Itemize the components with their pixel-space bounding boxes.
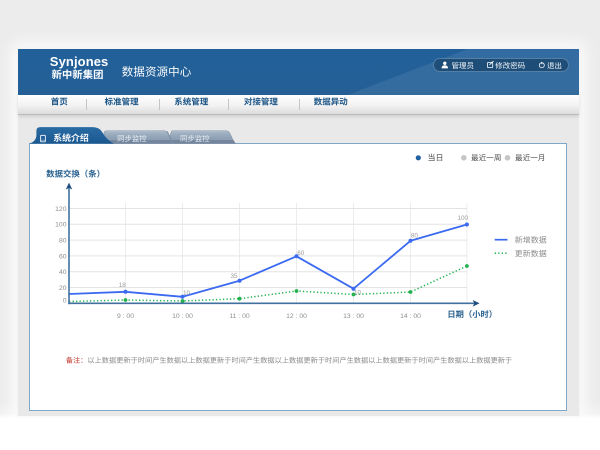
svg-text:10: 10 <box>183 290 191 297</box>
svg-text:0: 0 <box>63 298 67 305</box>
svg-text:40: 40 <box>59 269 67 276</box>
svg-text:20: 20 <box>59 285 67 292</box>
svg-text:80: 80 <box>59 238 67 245</box>
svg-text:9 : 00: 9 : 00 <box>117 313 134 320</box>
svg-text:10: 10 <box>354 289 362 296</box>
svg-text:100: 100 <box>457 215 468 222</box>
svg-text:80: 80 <box>411 232 419 239</box>
svg-text:13 : 00: 13 : 00 <box>343 313 364 320</box>
svg-text:120: 120 <box>55 206 67 213</box>
svg-text:35: 35 <box>230 273 238 280</box>
svg-text:60: 60 <box>59 253 67 260</box>
svg-text:10 : 00: 10 : 00 <box>172 313 193 320</box>
svg-text:100: 100 <box>55 222 67 229</box>
svg-text:18: 18 <box>119 282 127 289</box>
svg-text:60: 60 <box>297 250 305 257</box>
svg-text:11 : 00: 11 : 00 <box>229 313 250 320</box>
svg-text:12 : 00: 12 : 00 <box>286 313 307 320</box>
svg-text:14 : 00: 14 : 00 <box>400 313 421 320</box>
